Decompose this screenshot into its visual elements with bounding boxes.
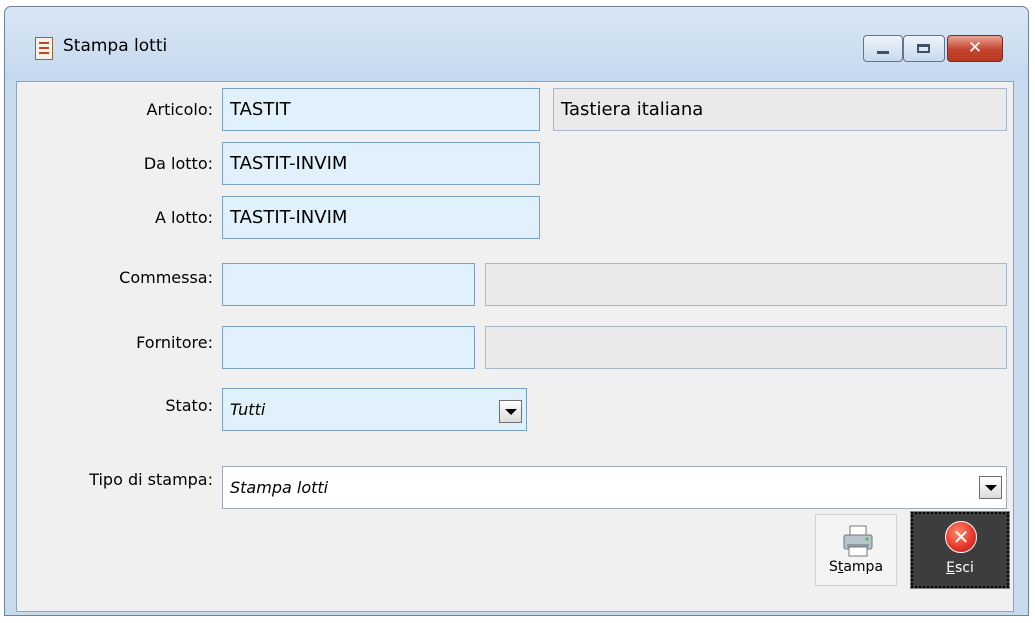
maximize-button[interactable]	[903, 35, 945, 62]
maximize-icon	[917, 44, 930, 53]
printer-icon	[843, 525, 873, 557]
cancel-icon: ✕	[945, 521, 977, 553]
tipo-di-stampa-dropdown-arrow-icon[interactable]	[979, 476, 1002, 499]
da-lotto-input[interactable]: TASTIT-INVIM	[222, 142, 540, 185]
stato-dropdown-arrow-icon[interactable]	[499, 400, 522, 423]
stampa-button[interactable]: Stampa	[815, 514, 897, 586]
articolo-input[interactable]: TASTIT	[222, 88, 540, 131]
minimize-icon	[877, 51, 889, 54]
stato-label: Stato:	[165, 396, 213, 415]
tipo-di-stampa-label: Tipo di stampa:	[89, 470, 213, 489]
a-lotto-label: A lotto:	[155, 208, 213, 227]
window: Stampa lotti ✕ Articolo: TASTIT Tastiera…	[4, 6, 1029, 616]
fornitore-description	[485, 326, 1007, 369]
articolo-description: Tastiera italiana	[553, 88, 1007, 131]
stampa-button-label: Stampa	[828, 559, 884, 575]
da-lotto-label: Da lotto:	[143, 154, 213, 173]
tipo-di-stampa-select[interactable]: Stampa lotti	[222, 466, 1007, 509]
close-icon: ✕	[967, 38, 983, 58]
a-lotto-input[interactable]: TASTIT-INVIM	[222, 196, 540, 239]
esci-button[interactable]: ✕ Esci	[910, 511, 1010, 589]
esci-button-label: Esci	[946, 560, 974, 576]
fornitore-input[interactable]	[222, 326, 475, 369]
stato-select[interactable]: Tutti	[222, 388, 527, 431]
articolo-label: Articolo:	[146, 100, 213, 119]
window-title: Stampa lotti	[63, 36, 168, 56]
title-bar[interactable]: Stampa lotti ✕	[5, 7, 1028, 81]
commessa-label: Commessa:	[119, 268, 213, 287]
document-icon	[35, 37, 53, 60]
form-panel: Articolo: TASTIT Tastiera italiana Da lo…	[16, 81, 1014, 612]
commessa-description	[485, 263, 1007, 306]
stato-selected-value: Tutti	[230, 400, 266, 419]
close-button[interactable]: ✕	[947, 35, 1003, 62]
minimize-button[interactable]	[863, 35, 903, 62]
fornitore-label: Fornitore:	[136, 333, 213, 352]
commessa-input[interactable]	[222, 263, 475, 306]
tipo-di-stampa-selected-value: Stampa lotti	[230, 478, 329, 497]
